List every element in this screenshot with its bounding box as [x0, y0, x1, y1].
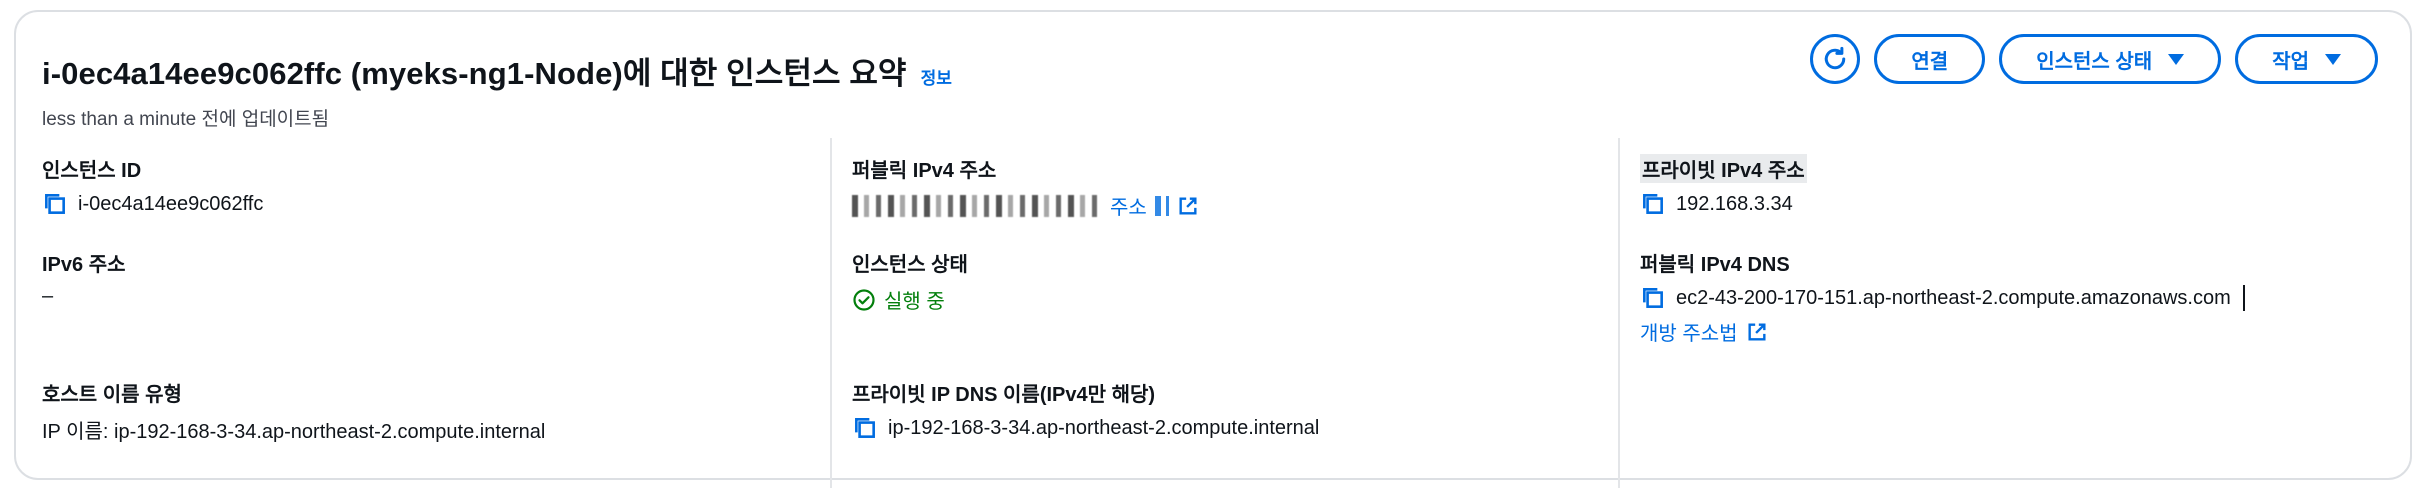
copy-icon[interactable]	[1640, 191, 1666, 217]
check-circle-icon	[853, 288, 875, 311]
private-ipv4-field: 프라이빗 IPv4 주소 192.168.3.34	[1640, 154, 1807, 217]
caret-down-icon	[2168, 53, 2185, 65]
caret-down-icon	[2325, 53, 2341, 65]
public-ipv4-label: 퍼블릭 IPv4 주소	[852, 160, 997, 182]
copy-icon[interactable]	[42, 191, 68, 217]
external-link-icon	[1179, 196, 1197, 215]
header-actions: 연결 인스턴스 상태 작업	[1810, 34, 2378, 84]
hostname-type-field: 호스트 이름 유형 IP 이름: ip-192-168-3-34.ap-nort…	[42, 378, 545, 444]
instance-state-field: 인스턴스 상태 실행 중	[852, 248, 968, 314]
instance-state-dropdown[interactable]: 인스턴스 상태	[1999, 34, 2222, 84]
instance-state-label: 인스턴스 상태	[2036, 50, 2153, 73]
refresh-button[interactable]	[1810, 34, 1861, 84]
copy-icon[interactable]	[1640, 285, 1666, 311]
connect-button[interactable]: 연결	[1874, 34, 1986, 84]
page-title: i-0ec4a14ee9c062ffc (myeks-ng1-Node)에 대한…	[42, 56, 907, 91]
private-ipv4-label: 프라이빗 IPv4 주소	[1640, 154, 1807, 183]
ipv6-value: –	[42, 285, 54, 307]
ipv6-label: IPv6 주소	[42, 254, 126, 276]
public-dns-field: 퍼블릭 IPv4 DNS ec2-43-200-170-151.ap-north…	[1640, 248, 2245, 346]
refresh-icon	[1825, 46, 1846, 70]
details-column-2: 퍼블릭 IPv4 주소 주소 인스턴스 상태 실행 중 프라이빗 IP DNS …	[830, 138, 1620, 488]
instance-id-value: i-0ec4a14ee9c062ffc	[78, 192, 264, 215]
hostname-type-label: 호스트 이름 유형	[42, 384, 182, 406]
public-dns-value: ec2-43-200-170-151.ap-northeast-2.comput…	[1676, 286, 2231, 309]
instance-state-value: 실행 중	[884, 291, 945, 313]
copy-icon[interactable]	[852, 415, 878, 441]
private-ipv4-value: 192.168.3.34	[1676, 192, 1793, 215]
instance-summary-panel: i-0ec4a14ee9c062ffc (myeks-ng1-Node)에 대한…	[14, 10, 2412, 488]
instance-id-label: 인스턴스 ID	[42, 160, 142, 182]
private-dns-label: 프라이빗 IP DNS 이름(IPv4만 해당)	[852, 384, 1156, 406]
actions-dropdown[interactable]: 작업	[2235, 34, 2378, 84]
private-dns-value: ip-192-168-3-34.ap-northeast-2.compute.i…	[888, 416, 1320, 439]
open-address-link[interactable]: 개방 주소법	[1640, 317, 1768, 346]
public-dns-label: 퍼블릭 IPv4 DNS	[1640, 254, 1790, 276]
open-address-link[interactable]: 주소	[1110, 191, 1199, 220]
connect-label: 연결	[1911, 50, 1949, 73]
info-link[interactable]: 정보	[921, 64, 952, 89]
text-cursor	[2242, 285, 2245, 311]
redacted-ip-value	[852, 194, 1100, 217]
instance-state-label: 인스턴스 상태	[852, 254, 968, 276]
hostname-type-value: IP 이름: ip-192-168-3-34.ap-northeast-2.co…	[42, 421, 546, 443]
ipv6-field: IPv6 주소 –	[42, 248, 126, 308]
external-link-icon	[1748, 322, 1766, 341]
instance-id-field: 인스턴스 ID i-0ec4a14ee9c062ffc	[42, 154, 263, 217]
title-row: i-0ec4a14ee9c062ffc (myeks-ng1-Node)에 대한…	[42, 48, 952, 93]
public-ipv4-field: 퍼블릭 IPv4 주소 주소	[852, 154, 1199, 220]
private-dns-field: 프라이빗 IP DNS 이름(IPv4만 해당) ip-192-168-3-34…	[852, 378, 1319, 441]
details-column-3: 프라이빗 IPv4 주소 192.168.3.34 퍼블릭 IPv4 DNS e…	[1618, 138, 2418, 488]
actions-label: 작업	[2272, 50, 2309, 73]
last-updated-text: less than a minute 전에 업데이트됨	[42, 109, 330, 130]
